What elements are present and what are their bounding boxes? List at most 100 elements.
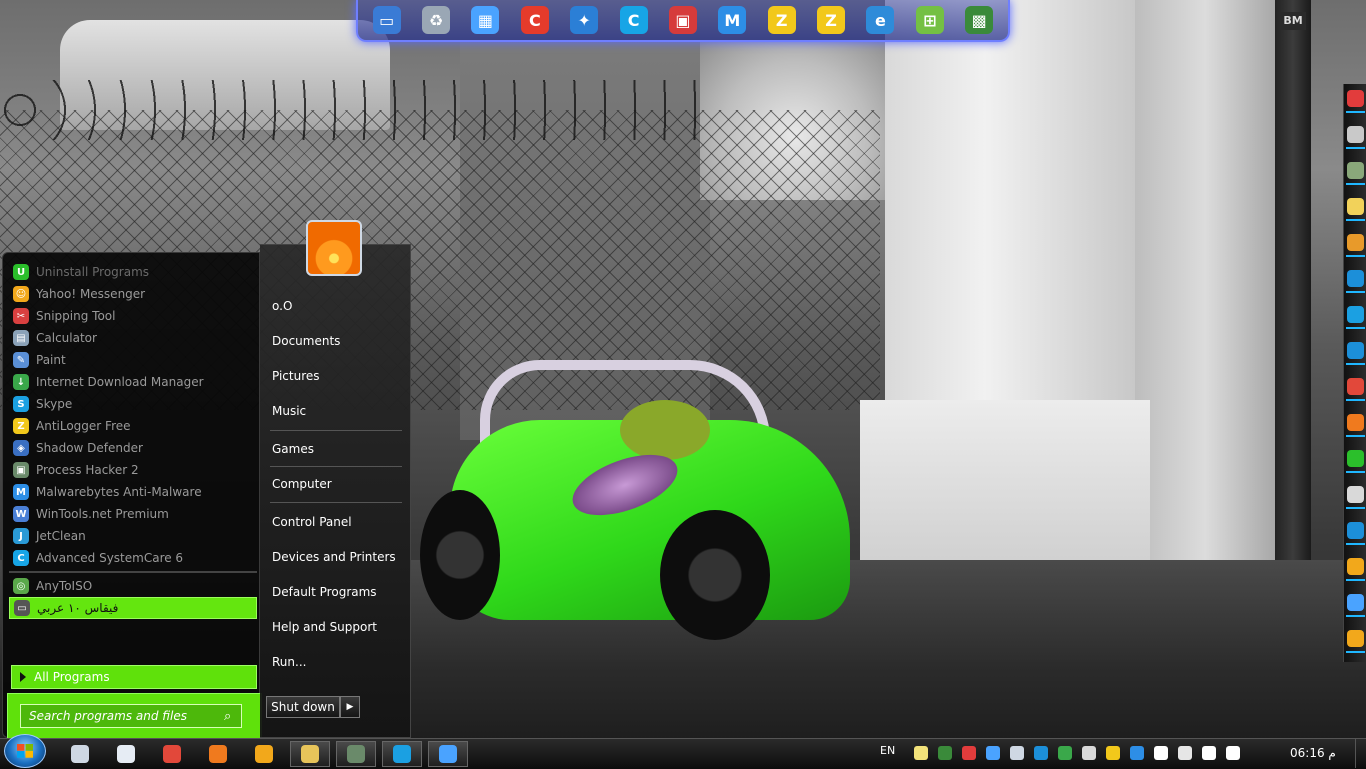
opera-icon[interactable]: [1347, 90, 1364, 107]
dock-item[interactable]: ▩: [959, 3, 999, 37]
program-item[interactable]: U Uninstall Programs: [9, 261, 257, 283]
taskbar-process-hacker-button[interactable]: [336, 741, 376, 767]
program-item[interactable]: ✎ Paint: [9, 349, 257, 371]
internet-explorer-icon: e: [866, 6, 895, 34]
devices-printers-link[interactable]: Devices and Printers: [272, 547, 396, 567]
dock-item[interactable]: ♻: [416, 3, 456, 37]
program-label: Internet Download Manager: [36, 375, 204, 389]
help-support-link[interactable]: Help and Support: [272, 617, 377, 637]
taskbar-notes-button[interactable]: [60, 741, 100, 767]
shutdown-button[interactable]: Shut down: [266, 696, 340, 718]
program-label: Snipping Tool: [36, 309, 116, 323]
dock-item[interactable]: ▦: [465, 3, 505, 37]
program-item[interactable]: ↓ Internet Download Manager: [9, 371, 257, 393]
control-panel-link[interactable]: Control Panel: [272, 512, 352, 532]
program-item[interactable]: ☺ Yahoo! Messenger: [9, 283, 257, 305]
dock-item[interactable]: ✦: [564, 3, 604, 37]
shutdown-options-button[interactable]: ▶: [340, 696, 360, 718]
program-label: Uninstall Programs: [36, 265, 150, 279]
search-input[interactable]: [20, 704, 242, 728]
computer-icon: ▭: [372, 6, 401, 34]
computer-link[interactable]: Computer: [272, 474, 332, 494]
dock-item[interactable]: C: [614, 3, 654, 37]
top-dock: ▭ ♻ ▦ C ✦ C ▣ M Z Ze ⊞ ▩: [356, 0, 1010, 42]
world-icon[interactable]: [1347, 594, 1364, 611]
gear-icon[interactable]: [1347, 126, 1364, 143]
taskbar-firefox-button[interactable]: [198, 741, 238, 767]
uninstall-icon[interactable]: [1347, 450, 1364, 467]
program-item[interactable]: ▤ Calculator: [9, 327, 257, 349]
antilogger-icon[interactable]: [1106, 746, 1120, 760]
show-desktop-button[interactable]: [1355, 739, 1366, 768]
taskbar-skype-button[interactable]: [382, 741, 422, 767]
dock-item[interactable]: Z: [762, 3, 802, 37]
signal-icon[interactable]: [1202, 746, 1216, 760]
battery-icon[interactable]: [1178, 746, 1192, 760]
program-item[interactable]: J JetClean: [9, 525, 257, 547]
program-item[interactable]: ◈ Shadow Defender: [9, 437, 257, 459]
flag-red-icon[interactable]: [962, 746, 976, 760]
start-button[interactable]: [4, 734, 46, 768]
program-item[interactable]: ▣ Process Hacker 2: [9, 459, 257, 481]
notes-icon[interactable]: [1347, 198, 1364, 215]
chart-icon[interactable]: [1347, 162, 1364, 179]
user-avatar[interactable]: [306, 220, 362, 276]
update-icon[interactable]: [1082, 746, 1096, 760]
program-item[interactable]: S Skype: [9, 393, 257, 415]
default-programs-link[interactable]: Default Programs: [272, 582, 377, 602]
program-item[interactable]: ✂ Snipping Tool: [9, 305, 257, 327]
dock-item[interactable]: ⊞: [910, 3, 950, 37]
clock[interactable]: 06:16 م: [1290, 746, 1336, 760]
dock-item[interactable]: ▭: [367, 3, 407, 37]
firefox-icon[interactable]: [1347, 414, 1364, 431]
run-link[interactable]: Run...: [272, 652, 306, 672]
paint-icon[interactable]: [1347, 630, 1364, 647]
note-icon[interactable]: [914, 746, 928, 760]
dock-divider: [1346, 183, 1365, 185]
music-link[interactable]: Music: [272, 401, 306, 421]
taskbar-document-button[interactable]: [106, 741, 146, 767]
dock-item[interactable]: Z: [811, 3, 851, 37]
shadow-defender-icon: ◈: [13, 440, 29, 456]
games-link[interactable]: Games: [272, 439, 314, 459]
program-item[interactable]: ▭ فيقاس ١٠ عربي: [9, 597, 257, 619]
volume-icon[interactable]: [1226, 746, 1240, 760]
program-list-separator: [9, 571, 257, 573]
user-name-link[interactable]: o.O: [272, 296, 292, 316]
pictures-link[interactable]: Pictures: [272, 366, 320, 386]
dock-item[interactable]: M: [712, 3, 752, 37]
taskbar-explorer-button[interactable]: [290, 741, 330, 767]
skype-icon[interactable]: [1347, 306, 1364, 323]
bluetooth-icon[interactable]: [986, 746, 1000, 760]
malwarebytes-icon[interactable]: [1130, 746, 1144, 760]
program-item[interactable]: ◎ AnyToISO: [9, 575, 257, 597]
program-item[interactable]: M Malwarebytes Anti-Malware: [9, 481, 257, 503]
dock-item[interactable]: e: [860, 3, 900, 37]
dock-item[interactable]: C: [515, 3, 555, 37]
dock-item[interactable]: ▣: [663, 3, 703, 37]
network-tray-icon[interactable]: [1010, 746, 1024, 760]
program-item[interactable]: Z AntiLogger Free: [9, 415, 257, 437]
taskbar-yahoo-button[interactable]: [244, 741, 284, 767]
action-center-flag-icon[interactable]: [1154, 746, 1168, 760]
disk-icon[interactable]: [1347, 486, 1364, 503]
idm-icon[interactable]: [1058, 746, 1072, 760]
teamviewer-icon[interactable]: [1347, 342, 1364, 359]
search-icon[interactable]: ⌕: [224, 709, 238, 724]
monitor-icon[interactable]: [938, 746, 952, 760]
shield-icon[interactable]: [1034, 746, 1048, 760]
ccleaner-icon[interactable]: [1347, 522, 1364, 539]
dock-divider: [1346, 615, 1365, 617]
taskbar-chrome-button[interactable]: [152, 741, 192, 767]
program-item[interactable]: C Advanced SystemCare 6: [9, 547, 257, 569]
documents-link[interactable]: Documents: [272, 331, 340, 351]
folder-icon[interactable]: [1347, 558, 1364, 575]
jigsaw-icon[interactable]: [1347, 234, 1364, 251]
program-item[interactable]: W WinTools.net Premium: [9, 503, 257, 525]
program-label: Shadow Defender: [36, 441, 143, 455]
all-programs-button[interactable]: All Programs: [11, 665, 257, 689]
taskbar-remote-button[interactable]: [428, 741, 468, 767]
calendar-icon[interactable]: [1347, 270, 1364, 287]
chrome-icon[interactable]: [1347, 378, 1364, 395]
language-indicator[interactable]: EN: [880, 744, 895, 757]
